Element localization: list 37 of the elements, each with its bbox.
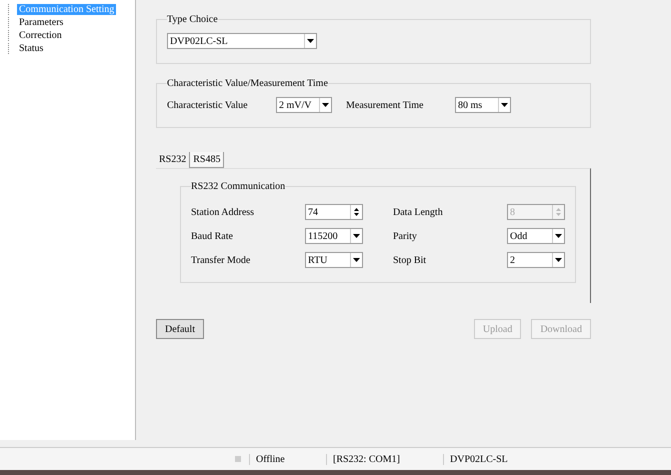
dropdown[interactable]: 115200: [305, 228, 363, 244]
status-text: DVP02LC-SL: [443, 454, 540, 464]
dropdown-arrow-icon[interactable]: [498, 98, 510, 112]
field-label: Transfer Mode: [191, 254, 252, 266]
action-button[interactable]: Default: [156, 319, 204, 339]
dropdown-arrow-icon[interactable]: [350, 253, 362, 267]
dropdown-arrow-icon[interactable]: [552, 229, 564, 243]
dropdown-arrow-icon[interactable]: [350, 229, 362, 243]
dropdown[interactable]: DVP02LC-SL: [167, 33, 317, 49]
status-grip-icon: [235, 456, 241, 462]
dropdown-arrow-icon[interactable]: [552, 253, 564, 267]
field-label: Stop Bit: [393, 254, 428, 266]
tree-item[interactable]: Correction: [17, 30, 64, 41]
dropdown[interactable]: RTU: [305, 252, 363, 268]
field-label: Station Address: [191, 206, 256, 218]
group-title: RS232 Communication: [191, 181, 286, 192]
status-text: [RS232: COM1]: [326, 454, 443, 464]
field-label: Measurement Time: [346, 100, 424, 110]
tree-item[interactable]: Parameters: [17, 17, 66, 28]
field-label: Data Length: [393, 206, 444, 218]
dropdown[interactable]: 80 ms: [455, 97, 511, 113]
field-label: Characteristic Value: [167, 100, 249, 110]
field-label: Baud Rate: [191, 230, 234, 242]
field-label: Parity: [393, 230, 418, 242]
dropdown[interactable]: 2 mV/V: [276, 97, 332, 113]
dropdown-arrow-icon[interactable]: [304, 34, 316, 48]
spinner-arrows-icon[interactable]: [350, 205, 362, 219]
spin-box[interactable]: 74: [305, 204, 363, 220]
tree-item[interactable]: Status: [17, 43, 46, 54]
group-title: Characteristic Value/Measurement Time: [167, 78, 328, 89]
tab[interactable]: RS485: [190, 152, 224, 168]
dropdown[interactable]: 2: [507, 252, 565, 268]
dropdown-arrow-icon[interactable]: [319, 98, 331, 112]
group-title: Type Choice: [167, 14, 218, 25]
dropdown[interactable]: Odd: [507, 228, 565, 244]
tab[interactable]: RS232: [156, 152, 190, 168]
status-text: Offline: [249, 454, 326, 464]
